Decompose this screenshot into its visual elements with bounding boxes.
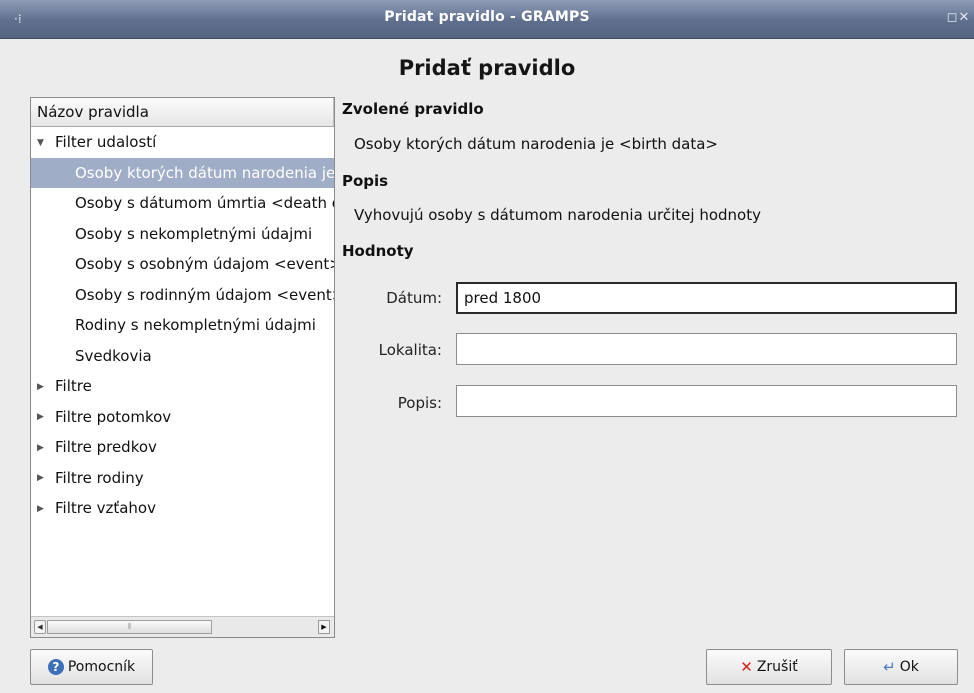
date-input[interactable] [456,282,957,314]
tree-row-filtre-rodiny[interactable]: ▶ Filtre rodiny [31,463,334,494]
ok-button[interactable]: ↵ Ok [844,649,958,685]
tree-row-birth-date[interactable]: Osoby ktorých dátum narodenia je <birth … [31,157,334,188]
dialog-heading: Pridať pravidlo [398,56,576,80]
close-icon[interactable]: ✕ [958,10,970,25]
selected-rule-heading: Zvolené pravidlo [342,100,484,118]
tree-row-label: Filtre vzťahov [55,499,156,517]
tree-row-label: Filtre predkov [55,438,157,456]
tree-row-label: Osoby ktorých dátum narodenia je <birth … [75,163,334,182]
tree-row-filtre-predkov[interactable]: ▶ Filtre predkov [31,432,334,463]
tree-row-filtre-potomkov[interactable]: ▶ Filtre potomkov [31,402,334,433]
ok-arrow-icon: ↵ [883,657,896,676]
horizontal-scrollbar[interactable]: ◀ ⦀ ▶ [31,616,334,637]
tree-row-label: Osoby s dátumom úmrtia <death data> [75,194,334,212]
tree-row-label: Osoby s nekompletnými údajmi [75,224,313,243]
tree-row-label: Filtre rodiny [55,468,144,487]
tree-row-family-event[interactable]: Osoby s rodinným údajom <event> [31,280,334,311]
help-button-label: Pomocník [67,659,136,675]
cancel-x-icon: ✕ [740,657,753,676]
tree-row-incomplete-families[interactable]: Rodiny s nekompletnými údajmi [31,310,334,341]
tree-row-filtre-vztahov[interactable]: ▶ Filtre vzťahov [31,493,334,524]
tree-row-label: Osoby s osobným údajom <event> [75,255,334,273]
help-icon: ? [47,659,64,675]
selected-rule-text: Osoby ktorých dátum narodenia je <birth … [354,135,718,153]
tree-row-filtre[interactable]: ▶ Filtre [31,371,334,402]
tree-row-label: Filtre [55,377,92,395]
tree-row-personal-event[interactable]: Osoby s osobným údajom <event> [31,249,334,280]
collapsed-arrow-icon[interactable]: ▶ [37,433,47,463]
collapsed-arrow-icon[interactable]: ▶ [37,494,47,524]
scroll-right-icon[interactable]: ▶ [318,620,330,634]
window-title: Pridat pravidlo - GRAMPS [384,9,590,25]
tree-row-label: Rodiny s nekompletnými údajmi [75,316,316,334]
locality-input[interactable] [456,333,957,365]
date-label: Dátum: [386,289,442,307]
window-controls: ◻✕ [946,10,970,25]
tree-row-label: Osoby s rodinným údajom <event> [75,285,334,304]
cancel-button-label: Zrušiť [756,659,798,675]
values-heading: Hodnoty [342,242,414,260]
scroll-left-icon[interactable]: ◀ [34,620,46,634]
tree-row-label: Filtre potomkov [55,407,172,426]
tree-row-death-date[interactable]: Osoby s dátumom úmrtia <death data> [31,188,334,219]
tree-column-header[interactable]: Názov pravidla [31,98,334,127]
rule-tree[interactable]: Názov pravidla ▼ Filter udalostí Osoby kt… [30,97,335,638]
scrollbar-thumb[interactable]: ⦀ [47,620,212,634]
collapsed-arrow-icon[interactable]: ▶ [37,372,47,402]
help-button[interactable]: ? Pomocník [30,649,153,685]
collapsed-arrow-icon[interactable]: ▶ [37,463,47,493]
tree-row-filter-udalosti[interactable]: ▼ Filter udalostí [31,127,334,158]
collapsed-arrow-icon[interactable]: ▶ [37,402,47,432]
cancel-button[interactable]: ✕ Zrušiť [706,649,832,685]
tree-body: ▼ Filter udalostí Osoby ktorých dátum nar… [31,127,334,615]
description-heading: Popis [342,172,389,190]
tree-row-witnesses[interactable]: Svedkovia [31,341,334,372]
expanded-arrow-icon[interactable]: ▼ [37,128,47,158]
locality-label: Lokalita: [378,341,442,359]
tree-row-label: Svedkovia [75,346,152,365]
description-text: Vyhovujú osoby s dátumom narodenia určit… [354,206,761,224]
description-field-label: Popis: [397,394,442,412]
description-input[interactable] [456,385,957,417]
tree-row-incomplete-persons[interactable]: Osoby s nekompletnými údajmi [31,219,334,250]
tree-row-label: Filter udalostí [55,133,157,151]
ok-button-label: Ok [899,659,919,675]
maximize-icon[interactable]: ◻ [946,10,958,25]
window-title-bar[interactable]: ·⁞ Pridat pravidlo - GRAMPS ◻✕ [0,0,974,39]
